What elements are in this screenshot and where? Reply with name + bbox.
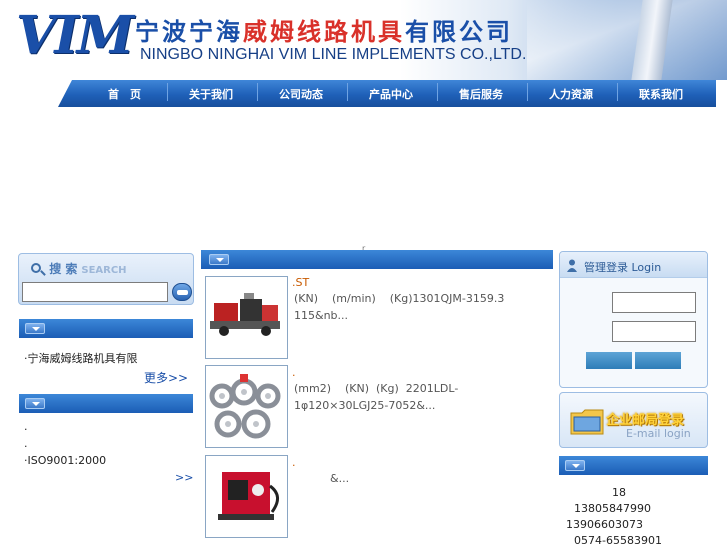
login-title: 管理登录 Login — [584, 261, 662, 274]
search-title-cn: 搜 索 — [49, 262, 78, 276]
email-login-title-cn: 企业邮局登录 — [606, 413, 685, 428]
nav-item[interactable]: 产品中心 — [347, 82, 413, 102]
contact-section-header — [559, 456, 708, 475]
product-desc: (mm2) (KN) (Kg) 2201LDL- 1φ120×30LGJ25-7… — [294, 382, 459, 412]
products-section-header — [201, 250, 553, 269]
email-login-panel[interactable]: 企业邮局登录 E-mail login — [559, 392, 708, 448]
chevron-down-icon — [25, 323, 45, 334]
product-desc: &... — [330, 472, 350, 485]
login-panel-header: 管理登录 Login — [560, 252, 707, 278]
admin-login-panel: 管理登录 Login — [559, 251, 708, 388]
login-reset-button[interactable] — [635, 352, 681, 369]
main-nav: 首 页 关于我们 公司动态 产品中心 售后服务 人力资源 联系我们 — [58, 80, 716, 107]
contact-line: 18 — [612, 486, 626, 499]
product-image-hydraulic-pump[interactable] — [205, 455, 288, 538]
company-name-cn-highlight: 威姆线路机具 — [243, 18, 405, 46]
site-header: VIM 宁波宁海威姆线路机具有限公司 NINGBO NINGHAI VIM LI… — [0, 0, 727, 80]
nav-item[interactable]: 售后服务 — [437, 82, 503, 102]
product-title[interactable]: . — [292, 456, 296, 469]
search-input[interactable] — [22, 282, 168, 302]
product-title[interactable]: . — [292, 366, 296, 379]
honor-item[interactable]: . — [24, 420, 28, 433]
honor-item[interactable]: ·ISO9001:2000 — [24, 454, 106, 467]
company-name-cn-part2: 有限公司 — [405, 18, 513, 46]
product-image-winch[interactable] — [205, 276, 288, 359]
nav-item[interactable]: 首 页 — [108, 86, 141, 102]
nav-item[interactable]: 联系我们 — [617, 82, 683, 102]
username-input[interactable] — [612, 292, 696, 313]
go-icon — [177, 290, 188, 295]
company-name-cn-part1: 宁波宁海 — [135, 18, 243, 46]
search-go-button[interactable] — [172, 283, 192, 301]
nav-item[interactable]: 公司动态 — [257, 82, 323, 102]
header-sky-decoration — [527, 0, 727, 80]
folder-icon — [570, 409, 604, 435]
winch-machine-icon — [210, 293, 280, 336]
contact-phone: 13906603073 — [566, 518, 643, 531]
company-name-en: NINGBO NINGHAI VIM LINE IMPLEMENTS CO.,L… — [140, 46, 527, 63]
pulley-blocks-icon — [209, 374, 281, 439]
search-title-en: SEARCH — [81, 265, 127, 276]
contact-phone: 0574-65583901 — [574, 534, 662, 547]
honor-item[interactable]: . — [24, 437, 28, 450]
chevron-down-icon — [565, 460, 585, 471]
nav-item[interactable]: 人力资源 — [527, 82, 593, 102]
contact-phone: 13805847990 — [574, 502, 651, 515]
search-panel: 搜 索 SEARCH — [18, 253, 194, 305]
company-name-cn: 宁波宁海威姆线路机具有限公司 — [135, 12, 513, 47]
search-title: 搜 索 SEARCH — [31, 260, 127, 277]
news-section-header — [19, 319, 193, 338]
chevron-down-icon — [25, 398, 45, 409]
magnifier-icon — [31, 262, 46, 277]
user-icon — [567, 259, 577, 272]
chevron-down-icon — [209, 254, 229, 265]
nav-item[interactable]: 关于我们 — [167, 82, 233, 102]
hydraulic-pump-icon — [218, 472, 279, 520]
honor-section-header — [19, 394, 193, 413]
company-logo[interactable]: VIM — [16, 6, 134, 66]
login-submit-button[interactable] — [586, 352, 632, 369]
product-image-pulleys[interactable] — [205, 365, 288, 448]
honor-more-link[interactable]: >> — [175, 471, 193, 484]
password-input[interactable] — [612, 321, 696, 342]
email-login-title-en: E-mail login — [626, 427, 691, 440]
product-title[interactable]: .ST — [292, 276, 309, 289]
product-desc: (KN) (m/min) (Kg)1301QJM-3159.3 115&nb..… — [294, 292, 505, 322]
news-more-link[interactable]: 更多>> — [144, 369, 188, 386]
news-item[interactable]: ·宁海威姆线路机具有限 — [24, 350, 138, 366]
